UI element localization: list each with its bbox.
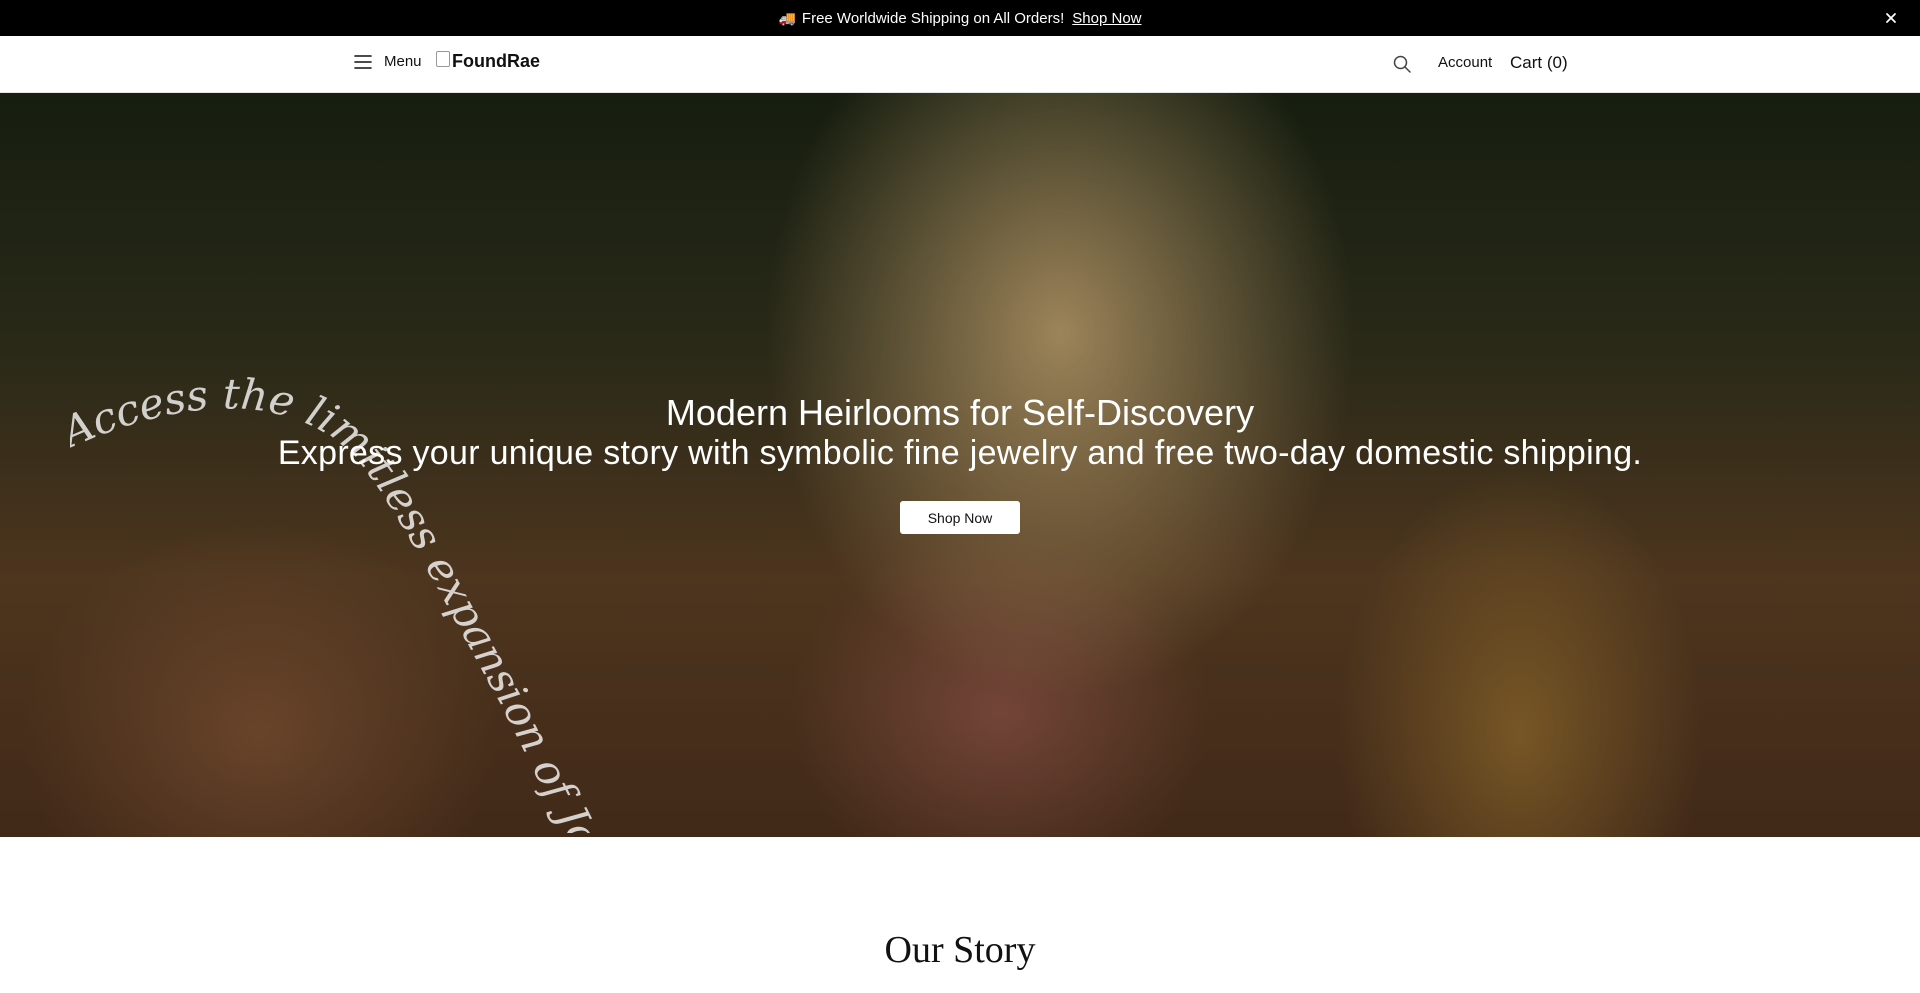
site-header: Menu FoundRae Account Cart (0): [0, 36, 1920, 93]
close-icon[interactable]: [1882, 9, 1900, 27]
hero-subtitle: Express your unique story with symbolic …: [277, 434, 1643, 472]
hero-banner: Access the limitless expansion of Joy an…: [0, 93, 1920, 837]
announcement-text: Free Worldwide Shipping on All Orders!: [801, 9, 1065, 27]
broken-image-icon: [436, 50, 450, 67]
truck-icon: 🚚: [778, 9, 796, 26]
hamburger-icon: [354, 54, 372, 69]
cart-link[interactable]: Cart (0): [1510, 53, 1568, 73]
announcement-bar: 🚚 Free Worldwide Shipping on All Orders!…: [0, 0, 1920, 36]
search-icon[interactable]: [1392, 54, 1412, 74]
account-link[interactable]: Account: [1438, 54, 1492, 71]
our-story-heading: Our Story: [884, 929, 1036, 971]
hero-shop-now-button[interactable]: Shop Now: [900, 501, 1020, 534]
menu-button[interactable]: Menu: [354, 53, 422, 70]
hero-title: Modern Heirlooms for Self-Discovery: [665, 392, 1255, 433]
logo-alt-text: FoundRae: [452, 51, 540, 71]
menu-label: Menu: [384, 53, 422, 70]
site-logo[interactable]: FoundRae: [436, 50, 540, 72]
announcement-shop-now-link[interactable]: Shop Now: [1072, 10, 1141, 27]
